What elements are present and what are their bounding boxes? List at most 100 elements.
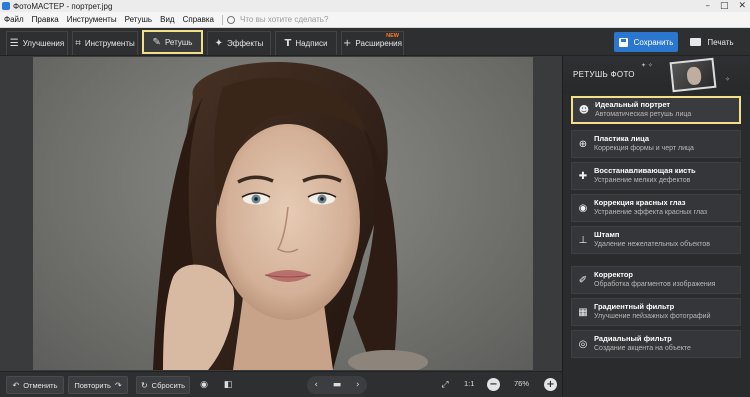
- tab-label: Надписи: [295, 39, 328, 48]
- menu-retouch[interactable]: Ретушь: [121, 15, 157, 24]
- tool-description: Устранение мелких дефектов: [594, 177, 691, 184]
- tab-captions[interactable]: T Надписи: [275, 31, 337, 55]
- print-button[interactable]: Печать: [682, 32, 742, 52]
- tool-description: Улучшение пейзажных фотографий: [594, 313, 711, 320]
- tool-name: Корректор: [594, 270, 633, 279]
- header-thumbnail: [669, 57, 717, 93]
- window-controls: – □ ✕: [705, 1, 746, 11]
- close-button[interactable]: ✕: [738, 1, 746, 11]
- menu-help[interactable]: Справка: [179, 15, 218, 24]
- tab-retouch[interactable]: ✎ Ретушь: [142, 30, 203, 54]
- portrait-illustration: [153, 62, 428, 370]
- tool-name: Пластика лица: [594, 134, 650, 143]
- menu-edit[interactable]: Правка: [28, 15, 63, 24]
- redo-button[interactable]: Повторить ↷: [68, 376, 128, 394]
- search-placeholder: Что вы хотите сделать?: [239, 15, 329, 24]
- preview-eye-icon[interactable]: ◉: [196, 377, 212, 393]
- previous-image-icon[interactable]: ‹: [314, 380, 318, 390]
- portrait-icon: ☻: [578, 104, 590, 116]
- radial-filter-icon: ◎: [578, 338, 588, 350]
- sparkle-icon: ✧: [725, 76, 731, 83]
- reset-button[interactable]: ↻ Сбросить: [136, 376, 190, 394]
- zoom-in-button[interactable]: +: [544, 378, 557, 391]
- maximize-button[interactable]: □: [720, 1, 729, 11]
- menu-tools[interactable]: Инструменты: [63, 15, 121, 24]
- zoom-ratio[interactable]: 1:1: [464, 379, 474, 388]
- tab-label: Эффекты: [227, 39, 264, 48]
- reset-icon: ↻: [140, 380, 148, 390]
- undo-button[interactable]: ↶ Отменить: [6, 376, 64, 394]
- redo-icon: ↷: [114, 380, 122, 390]
- new-badge: NEW: [386, 33, 399, 39]
- tab-label: Ретушь: [164, 37, 193, 47]
- tool-name: Коррекция красных глаз: [594, 198, 686, 207]
- crop-icon: ⌗: [75, 38, 81, 49]
- panel-header: РЕТУШЬ ФОТО ✦ ✧ ✧: [563, 56, 750, 94]
- zoom-out-button[interactable]: −: [487, 378, 500, 391]
- compare-icon[interactable]: ◧: [220, 377, 236, 393]
- tool-name: Штамп: [594, 230, 620, 239]
- tab-label: Инструменты: [84, 39, 135, 48]
- tool-name: Восстанавливающая кисть: [594, 166, 696, 175]
- magic-wand-icon: ✦: [214, 38, 223, 49]
- save-label: Сохранить: [633, 37, 674, 47]
- tool-red-eye[interactable]: ◉ Коррекция красных глаз Устранение эффе…: [571, 194, 741, 222]
- folder-icon[interactable]: ▬: [333, 380, 342, 390]
- corrector-brush-icon: ✐: [578, 274, 588, 286]
- zoom-level: 76%: [514, 379, 530, 388]
- tool-name: Градиентный фильтр: [594, 302, 675, 311]
- tool-description: Устранение эффекта красных глаз: [594, 209, 708, 216]
- tool-description: Создание акцента на объекте: [594, 345, 691, 352]
- file-navigation: ‹ ▬ ›: [307, 376, 367, 394]
- tab-extensions[interactable]: + Расширения NEW: [341, 31, 404, 55]
- tab-label: Расширения: [355, 39, 402, 48]
- stamp-icon: ⊥: [578, 234, 588, 246]
- save-button[interactable]: Сохранить: [614, 32, 678, 52]
- brush-icon: ✎: [152, 36, 161, 48]
- eye-icon: ◉: [578, 202, 588, 214]
- search-input[interactable]: Что вы хотите сделать?: [226, 15, 329, 24]
- tab-tools[interactable]: ⌗ Инструменты: [72, 31, 138, 55]
- reset-label: Сбросить: [151, 380, 186, 390]
- window-title: ФотоМАСТЕР - портрет.jpg: [13, 1, 113, 11]
- tool-radial-filter[interactable]: ◎ Радиальный фильтр Создание акцента на …: [571, 330, 741, 358]
- next-image-icon[interactable]: ›: [356, 380, 360, 390]
- menu-file[interactable]: Файл: [0, 15, 28, 24]
- tool-description: Автоматическая ретушь лица: [595, 111, 692, 118]
- tool-corrector[interactable]: ✐ Корректор Обработка фрагментов изображ…: [571, 266, 741, 294]
- tool-face-shape[interactable]: ⊕ Пластика лица Коррекция формы и черт л…: [571, 130, 741, 158]
- tool-description: Удаление нежелательных объектов: [594, 241, 710, 248]
- tab-label: Улучшения: [22, 39, 65, 48]
- tool-stamp[interactable]: ⊥ Штамп Удаление нежелательных объектов: [571, 226, 741, 254]
- tool-gradient-filter[interactable]: ▦ Градиентный фильтр Улучшение пейзажных…: [571, 298, 741, 326]
- undo-label: Отменить: [23, 380, 58, 390]
- title-bar: ФотоМАСТЕР - портрет.jpg – □ ✕: [0, 0, 750, 12]
- print-label: Печать: [707, 37, 734, 47]
- floppy-disk-icon: [618, 37, 628, 47]
- minimize-button[interactable]: –: [705, 1, 710, 11]
- menu-divider: [221, 14, 223, 25]
- printer-icon: [690, 38, 702, 46]
- fit-to-screen-icon[interactable]: ⤢: [437, 377, 453, 393]
- menu-view[interactable]: Вид: [156, 15, 178, 24]
- tab-improvements[interactable]: ☰ Улучшения: [6, 31, 68, 55]
- undo-icon: ↶: [12, 380, 20, 390]
- tool-name: Радиальный фильтр: [594, 334, 672, 343]
- app-logo-icon: [2, 2, 10, 10]
- tool-healing-brush[interactable]: ✚ Восстанавливающая кисть Устранение мел…: [571, 162, 741, 190]
- gradient-filter-icon: ▦: [578, 306, 588, 318]
- sliders-icon: ☰: [9, 38, 19, 49]
- tool-ideal-portrait[interactable]: ☻ Идеальный портрет Автоматическая ретуш…: [571, 96, 741, 124]
- tab-effects[interactable]: ✦ Эффекты: [207, 31, 271, 55]
- redo-label: Повторить: [74, 380, 111, 390]
- canvas-area: [0, 56, 562, 371]
- search-icon: [226, 15, 235, 24]
- panel-title: РЕТУШЬ ФОТО: [573, 70, 635, 79]
- app-window: ФотоМАСТЕР - портрет.jpg – □ ✕ Файл Прав…: [0, 0, 750, 397]
- bottom-bar: ↶ Отменить Повторить ↷ ↻ Сбросить ◉ ◧ ‹ …: [0, 371, 562, 397]
- healing-brush-icon: ✚: [578, 170, 588, 182]
- text-icon: T: [284, 38, 292, 49]
- menu-bar: Файл Правка Инструменты Ретушь Вид Справ…: [0, 12, 750, 28]
- portrait-photo[interactable]: [33, 57, 533, 370]
- retouch-panel: РЕТУШЬ ФОТО ✦ ✧ ✧ ☻ Идеальный портрет Ав…: [562, 56, 750, 397]
